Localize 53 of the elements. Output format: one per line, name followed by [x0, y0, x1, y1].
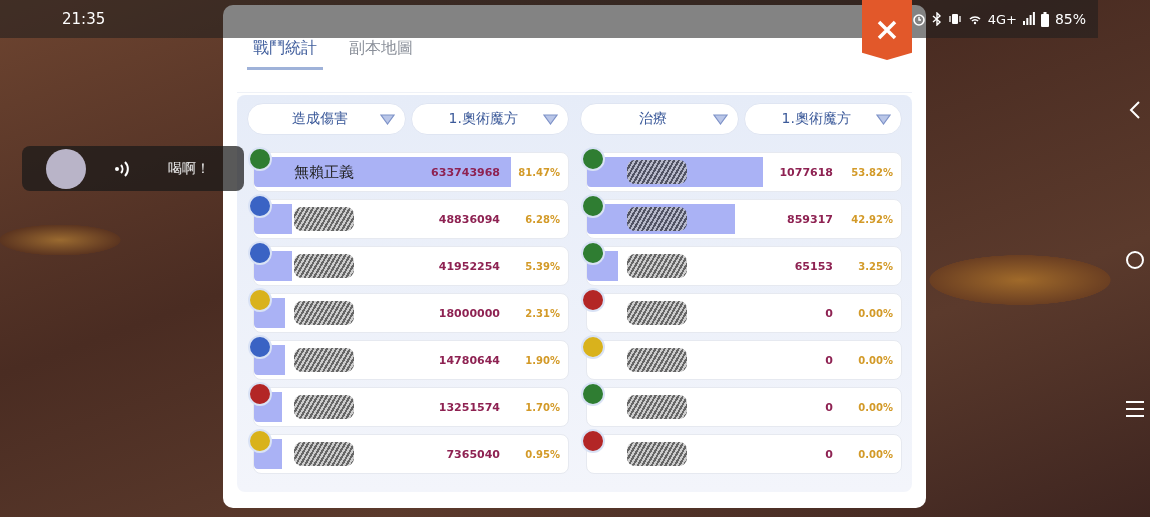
amount: 48836094: [437, 212, 500, 226]
caret-icon: [379, 113, 395, 125]
dropdown[interactable]: 1.奧術魔方: [743, 103, 902, 135]
dropdown[interactable]: 1.奧術魔方: [410, 103, 569, 135]
percent: 1.90%: [524, 354, 560, 366]
vibrate-icon: [947, 12, 962, 26]
player-name: 無賴正義: [294, 162, 354, 182]
amount: 859317: [786, 212, 833, 226]
dropdown[interactable]: 造成傷害: [247, 103, 406, 135]
percent: 2.31%: [524, 307, 560, 319]
amount: 7365040: [445, 447, 500, 461]
amount: 0: [824, 306, 833, 320]
amount: 0: [824, 353, 833, 367]
character-avatar: [46, 148, 86, 189]
percent: 53.82%: [850, 166, 893, 178]
amount: 14780644: [437, 353, 500, 367]
percent: 5.39%: [524, 260, 560, 272]
bluetooth-icon: [931, 12, 942, 26]
clock-time: 21:35: [62, 10, 106, 28]
caret-icon: [543, 113, 558, 125]
amount: 65153: [793, 259, 833, 273]
percent: 81.47%: [517, 166, 560, 178]
home-icon[interactable]: [1125, 249, 1145, 270]
percent: 0.00%: [857, 448, 893, 460]
back-icon[interactable]: [1128, 99, 1142, 120]
menu-icon[interactable]: [1125, 399, 1145, 418]
voice-icon: [114, 159, 130, 178]
dropdown[interactable]: 治療: [580, 103, 739, 135]
amount: 633743968: [430, 165, 500, 179]
caret-icon: [876, 113, 891, 125]
percent: 6.28%: [524, 213, 560, 225]
amount: 0: [824, 400, 833, 414]
percent: 0.00%: [857, 354, 893, 366]
close-button[interactable]: [862, 0, 912, 60]
amount: 18000000: [437, 306, 500, 320]
chat-message: 喝啊！: [168, 159, 210, 178]
percent: 0.95%: [524, 448, 560, 460]
tab[interactable]: 戰鬥統計: [247, 38, 323, 70]
amount: 1077618: [778, 165, 833, 179]
percent: 42.92%: [850, 213, 893, 225]
percent: 3.25%: [857, 260, 893, 272]
amount: 41952254: [437, 259, 500, 273]
caret-icon: [712, 113, 728, 125]
percent: 0.00%: [857, 401, 893, 413]
battery-percent: 85%: [1054, 11, 1086, 27]
amount: 0: [824, 447, 833, 461]
network-type: 4G+: [987, 11, 1017, 27]
battery-icon: [1040, 11, 1049, 27]
close-icon: [876, 19, 898, 41]
percent: 0.00%: [857, 307, 893, 319]
signal-icon: [1022, 12, 1035, 26]
percent: 1.70%: [524, 401, 560, 413]
amount: 13251574: [437, 400, 500, 414]
